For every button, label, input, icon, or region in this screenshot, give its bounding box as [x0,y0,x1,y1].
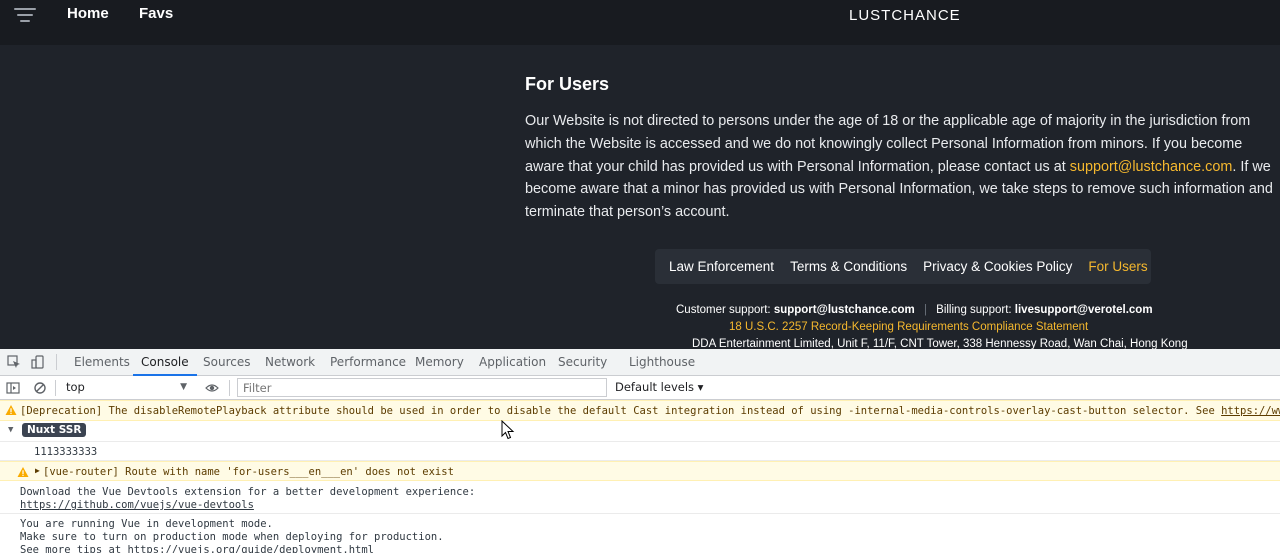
tab-security[interactable]: Security [558,349,607,376]
tab-memory[interactable]: Memory [415,349,464,376]
console-text: Make sure to turn on production mode whe… [20,531,444,543]
context-value: top [66,380,85,394]
sidebar-toggle-icon[interactable] [6,381,20,395]
warning-icon [17,467,29,477]
caret-down-icon: ▼ [180,382,187,392]
section-paragraph: Our Website is not directed to persons u… [525,110,1275,224]
context-selector[interactable]: top ▼ [61,378,191,397]
footer-link-terms[interactable]: Terms & Conditions [790,259,907,274]
console-text: 1113333333 [34,446,98,458]
support-contacts: Customer support: support@lustchance.com… [676,304,1153,316]
console-messages: [Deprecation] The disableRemotePlayback … [0,400,1280,553]
billing-support-email[interactable]: livesupport@verotel.com [1015,304,1153,316]
live-expression-eye-icon[interactable] [205,381,219,395]
tab-lighthouse[interactable]: Lighthouse [629,349,695,376]
divider [56,354,57,370]
console-log-vue-devtools: Download the Vue Devtools extension for … [0,481,1280,514]
top-navigation-bar: Home Favs LUSTCHANCE [0,0,1280,45]
vue-devtools-link[interactable]: https://github.com/vuejs/vue-devtools [20,499,254,511]
divider: | [923,304,927,316]
company-address: DDA Entertainment Limited, Unit F, 11/F,… [692,338,1188,349]
tab-network[interactable]: Network [265,349,315,376]
console-log-dev-mode: You are running Vue in development mode.… [0,514,1280,553]
footer-link-for-users[interactable]: For Users [1088,259,1147,274]
deprecation-link[interactable]: https://www. [1221,405,1280,417]
billing-support-label: Billing support: [936,304,1012,316]
menu-icon[interactable] [14,8,36,24]
mouse-cursor-icon [501,420,515,440]
customer-support-label: Customer support: [676,304,771,316]
console-warning-router: ▶ [vue-router] Route with name 'for-user… [0,461,1280,481]
warning-icon [5,405,17,415]
console-warning-deprecation: [Deprecation] The disableRemotePlayback … [0,400,1280,421]
tab-performance[interactable]: Performance [330,349,406,376]
customer-support-email[interactable]: support@lustchance.com [774,304,915,316]
tab-sources[interactable]: Sources [203,349,250,376]
footer-link-privacy[interactable]: Privacy & Cookies Policy [923,259,1072,274]
console-group-nuxt-ssr[interactable]: ▼ Nuxt SSR [0,421,1280,442]
console-log-number: 1113333333 [0,442,1280,461]
console-toolbar: top ▼ Default levels ▾ [0,376,1280,400]
console-text: [Deprecation] The disableRemotePlayback … [20,405,1280,417]
tab-application[interactable]: Application [479,349,546,376]
nav-favs-link[interactable]: Favs [139,5,173,22]
console-text: You are running Vue in development mode. [20,518,273,530]
divider [55,380,56,396]
device-toolbar-icon[interactable] [31,355,45,369]
divider [229,380,230,396]
expand-triangle-icon[interactable]: ▶ [35,466,40,475]
website-viewport: Home Favs LUSTCHANCE For Users Our Websi… [0,0,1280,349]
devtools-tab-bar: Elements Console Sources Network Perform… [0,349,1280,376]
tab-console[interactable]: Console [133,349,197,376]
site-logo[interactable]: LUSTCHANCE [849,7,961,24]
console-filter-input[interactable] [237,378,607,397]
deprecation-text: [Deprecation] The disableRemotePlayback … [20,405,1222,417]
for-users-section: For Users Our Website is not directed to… [525,74,1275,224]
expand-triangle-icon[interactable]: ▼ [8,425,13,435]
tab-elements[interactable]: Elements [74,349,130,376]
compliance-statement-link[interactable]: 18 U.S.C. 2257 Record-Keeping Requiremen… [729,321,1088,333]
clear-console-icon[interactable] [33,381,47,395]
support-email-link[interactable]: support@lustchance.com [1070,159,1233,175]
log-levels-dropdown[interactable]: Default levels ▾ [615,378,703,397]
inspect-element-icon[interactable] [7,355,21,369]
nav-home-link[interactable]: Home [67,5,109,22]
console-text: See more tips at https://vuejs.org/guide… [20,544,375,553]
devtools-panel: Elements Console Sources Network Perform… [0,349,1280,553]
section-title: For Users [525,74,610,94]
console-text: [vue-router] Route with name 'for-users_… [43,466,454,478]
footer-links-bar: Law Enforcement Terms & Conditions Priva… [655,249,1151,284]
nuxt-ssr-badge: Nuxt SSR [22,423,87,437]
footer-link-law-enforcement[interactable]: Law Enforcement [669,259,774,274]
console-text: Download the Vue Devtools extension for … [20,486,476,498]
